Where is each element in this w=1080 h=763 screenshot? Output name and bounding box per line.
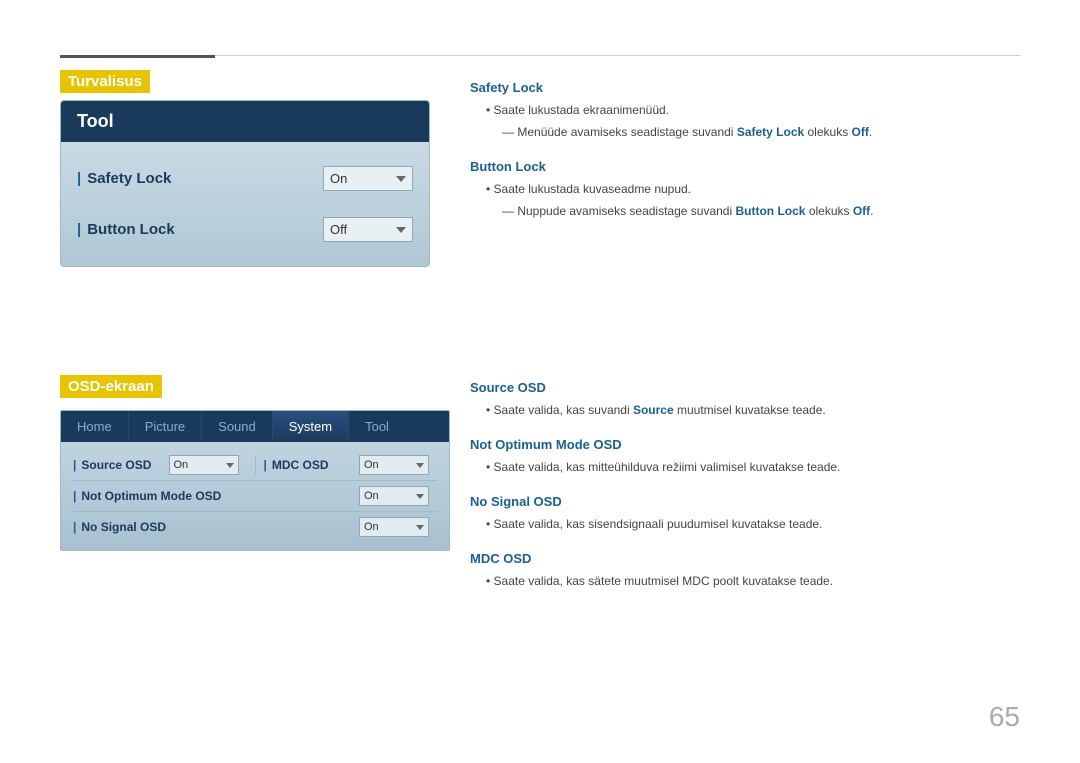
top-divider-dark — [60, 55, 215, 58]
no-signal-label: No Signal OSD — [73, 520, 359, 534]
osd-panel: Home Picture Sound System Tool Source OS… — [60, 410, 450, 551]
button-lock-bullet1: Saate lukustada kuvaseadme nupud. — [486, 180, 1020, 198]
button-lock-label: Button Lock — [77, 221, 323, 238]
tool-panel-body: Safety Lock On Off Button Lock Off On — [61, 142, 429, 266]
osd-row-not-optimum: Not Optimum Mode OSD On Off — [73, 481, 437, 512]
safety-lock-sub1-post: . — [869, 125, 872, 139]
safety-lock-desc: Safety Lock Saate lukustada ekraanimenüü… — [470, 80, 1020, 141]
source-osd-select[interactable]: On Off — [169, 455, 239, 475]
page-number: 65 — [989, 701, 1020, 733]
no-signal-bullet1: Saate valida, kas sisendsignaali puudumi… — [486, 515, 1020, 533]
no-signal-title: No Signal OSD — [470, 494, 1020, 509]
safety-lock-sub1: Menüüde avamiseks seadistage suvandi Saf… — [502, 123, 1020, 141]
button-lock-sub1-post: . — [870, 204, 873, 218]
button-lock-sub1-mid: olekuks — [805, 204, 852, 218]
button-lock-sub1-bold: Button Lock — [735, 204, 805, 218]
mdc-osd-select[interactable]: On Off — [359, 455, 429, 475]
osd-col-mdc: MDC OSD On Off — [256, 455, 438, 475]
tab-sound[interactable]: Sound — [202, 411, 273, 442]
osd-body: Source OSD On Off MDC OSD On Off — [61, 442, 449, 550]
osd-row-no-signal: No Signal OSD On Off — [73, 512, 437, 542]
osd-row-split: Source OSD On Off MDC OSD On Off — [73, 455, 437, 475]
button-lock-title: Button Lock — [470, 159, 1020, 174]
button-lock-sub1-bold2: Off — [853, 204, 870, 218]
safety-lock-label: Safety Lock — [77, 170, 323, 187]
mdc-osd-label: MDC OSD — [264, 458, 360, 472]
tool-panel-container: Tool Safety Lock On Off Button Lock Off … — [60, 100, 450, 267]
safety-lock-sub1-bold: Safety Lock — [737, 125, 804, 139]
not-optimum-label: Not Optimum Mode OSD — [73, 489, 359, 503]
source-osd-bullet1: Saate valida, kas suvandi Source muutmis… — [486, 401, 1020, 419]
tab-picture[interactable]: Picture — [129, 411, 202, 442]
osd-col-source: Source OSD On Off — [73, 455, 256, 475]
osd-menu-panel: Home Picture Sound System Tool Source OS… — [60, 410, 450, 551]
tab-home[interactable]: Home — [61, 411, 129, 442]
safety-lock-select[interactable]: On Off — [323, 166, 413, 191]
safety-lock-sub1-mid: olekuks — [804, 125, 851, 139]
button-lock-sub1-pre: Nuppude avamiseks seadistage suvandi — [517, 204, 735, 218]
not-optimum-bullet1: Saate valida, kas mitteühilduva režiimi … — [486, 458, 1020, 476]
tool-row-button-lock: Button Lock Off On — [77, 213, 413, 246]
mdc-osd-title: MDC OSD — [470, 551, 1020, 566]
osd-ekraan-heading: OSD-ekraan — [60, 375, 162, 398]
menu-tabs: Home Picture Sound System Tool — [61, 411, 449, 442]
safety-lock-title: Safety Lock — [470, 80, 1020, 95]
tool-panel-header: Tool — [61, 101, 429, 142]
tab-system[interactable]: System — [273, 411, 349, 442]
tool-row-safety-lock: Safety Lock On Off — [77, 162, 413, 195]
no-signal-desc: No Signal OSD Saate valida, kas sisendsi… — [470, 494, 1020, 533]
safety-lock-sub1-pre: Menüüde avamiseks seadistage suvandi — [517, 125, 736, 139]
no-signal-select[interactable]: On Off — [359, 517, 429, 537]
source-osd-desc: Source OSD Saate valida, kas suvandi Sou… — [470, 380, 1020, 419]
turvalisus-heading: Turvalisus — [60, 70, 150, 93]
source-osd-bullet-post: muutmisel kuvatakse teade. — [674, 403, 826, 417]
safety-lock-bullet1: Saate lukustada ekraanimenüüd. — [486, 101, 1020, 119]
safety-lock-sub1-bold2: Off — [852, 125, 869, 139]
source-osd-title: Source OSD — [470, 380, 1020, 395]
not-optimum-title: Not Optimum Mode OSD — [470, 437, 1020, 452]
tab-tool[interactable]: Tool — [349, 411, 405, 442]
mdc-osd-desc: MDC OSD Saate valida, kas sätete muutmis… — [470, 551, 1020, 590]
source-osd-label: Source OSD — [73, 458, 169, 472]
osd-right-panel: Source OSD Saate valida, kas suvandi Sou… — [470, 380, 1020, 608]
source-osd-bullet-bold: Source — [633, 403, 674, 417]
not-optimum-select[interactable]: On Off — [359, 486, 429, 506]
tool-panel: Tool Safety Lock On Off Button Lock Off … — [60, 100, 430, 267]
button-lock-desc: Button Lock Saate lukustada kuvaseadme n… — [470, 159, 1020, 220]
button-lock-select[interactable]: Off On — [323, 217, 413, 242]
button-lock-sub1: Nuppude avamiseks seadistage suvandi But… — [502, 202, 1020, 220]
osd-row-source-mdc: Source OSD On Off MDC OSD On Off — [73, 450, 437, 481]
not-optimum-desc: Not Optimum Mode OSD Saate valida, kas m… — [470, 437, 1020, 476]
mdc-osd-bullet1: Saate valida, kas sätete muutmisel MDC p… — [486, 572, 1020, 590]
turvalisus-right-panel: Safety Lock Saate lukustada ekraanimenüü… — [470, 80, 1020, 238]
source-osd-bullet-pre: Saate valida, kas suvandi — [494, 403, 633, 417]
